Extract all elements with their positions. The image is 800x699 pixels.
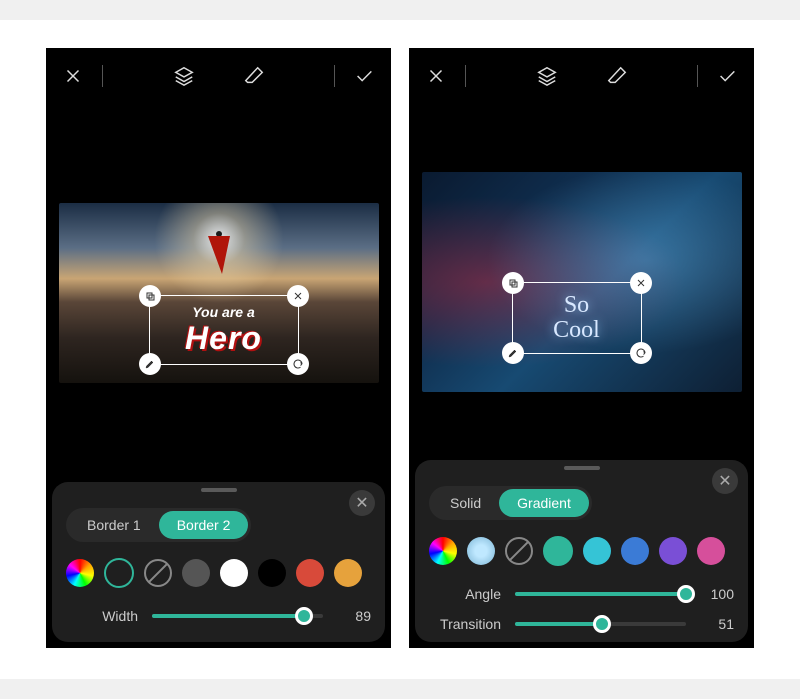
delete-handle-icon[interactable]: [287, 285, 309, 307]
selected-color-swatch[interactable]: [543, 536, 573, 566]
hero-figure: [207, 231, 231, 277]
color-swatch[interactable]: [697, 537, 725, 565]
text-line-2: Cool: [553, 318, 600, 343]
width-slider[interactable]: [152, 606, 323, 626]
video-preview[interactable]: So Cool: [422, 172, 742, 392]
color-swatch[interactable]: [583, 537, 611, 565]
color-swatch[interactable]: [659, 537, 687, 565]
tab-group: Solid Gradient: [429, 486, 592, 520]
close-icon[interactable]: [421, 61, 451, 91]
tab-border-1[interactable]: Border 1: [69, 511, 159, 539]
text-layer[interactable]: So Cool: [512, 282, 642, 354]
edit-handle-icon[interactable]: [139, 353, 161, 375]
rotate-handle-icon[interactable]: [630, 342, 652, 364]
blur-swatch[interactable]: [467, 537, 495, 565]
delete-handle-icon[interactable]: [630, 272, 652, 294]
phone-left: You are a Hero: [46, 48, 391, 648]
selected-color-swatch[interactable]: [104, 558, 134, 588]
color-swatch[interactable]: [621, 537, 649, 565]
angle-slider[interactable]: [515, 584, 686, 604]
top-toolbar: [409, 48, 754, 104]
color-swatch[interactable]: [296, 559, 324, 587]
text-line-1: You are a: [192, 304, 255, 320]
eraser-icon[interactable]: [239, 61, 269, 91]
color-swatch[interactable]: [334, 559, 362, 587]
transition-slider-row: Transition 51: [429, 614, 734, 634]
text-layer[interactable]: You are a Hero: [149, 295, 299, 365]
video-preview[interactable]: You are a Hero: [59, 203, 379, 383]
no-color-swatch[interactable]: [505, 537, 533, 565]
slider-value: 100: [700, 586, 734, 602]
slider-label: Transition: [429, 616, 501, 632]
text-line-1: So: [564, 293, 589, 318]
transition-slider[interactable]: [515, 614, 686, 634]
color-picker-icon[interactable]: [429, 537, 457, 565]
panel-grabber[interactable]: [564, 466, 600, 470]
color-swatch-row: [66, 558, 371, 588]
color-swatch[interactable]: [182, 559, 210, 587]
confirm-icon[interactable]: [349, 61, 379, 91]
color-swatch[interactable]: [220, 559, 248, 587]
style-panel: ✕ Solid Gradient Angle: [415, 460, 748, 642]
eraser-icon[interactable]: [602, 61, 632, 91]
close-icon[interactable]: [58, 61, 88, 91]
canvas-area: You are a Hero: [46, 104, 391, 482]
divider: [465, 65, 466, 87]
color-picker-icon[interactable]: [66, 559, 94, 587]
panel-grabber[interactable]: [201, 488, 237, 492]
duplicate-handle-icon[interactable]: [139, 285, 161, 307]
rotate-handle-icon[interactable]: [287, 353, 309, 375]
comparison-stage: You are a Hero: [0, 20, 800, 679]
angle-slider-row: Angle 100: [429, 584, 734, 604]
edit-handle-icon[interactable]: [502, 342, 524, 364]
no-color-swatch[interactable]: [144, 559, 172, 587]
panel-close-icon[interactable]: ✕: [712, 468, 738, 494]
duplicate-handle-icon[interactable]: [502, 272, 524, 294]
panel-close-icon[interactable]: ✕: [349, 490, 375, 516]
layers-icon[interactable]: [532, 61, 562, 91]
tab-border-2[interactable]: Border 2: [159, 511, 249, 539]
confirm-icon[interactable]: [712, 61, 742, 91]
layers-icon[interactable]: [169, 61, 199, 91]
slider-value: 51: [700, 616, 734, 632]
top-toolbar: [46, 48, 391, 104]
tab-group: Border 1 Border 2: [66, 508, 251, 542]
canvas-area: So Cool: [409, 104, 754, 460]
divider: [334, 65, 335, 87]
slider-label: Width: [66, 608, 138, 624]
phone-right: So Cool ✕: [409, 48, 754, 648]
divider: [102, 65, 103, 87]
style-panel: ✕ Border 1 Border 2 Width: [52, 482, 385, 642]
slider-label: Angle: [429, 586, 501, 602]
tab-gradient[interactable]: Gradient: [499, 489, 589, 517]
tab-solid[interactable]: Solid: [432, 489, 499, 517]
slider-value: 89: [337, 608, 371, 624]
color-swatch[interactable]: [258, 559, 286, 587]
divider: [697, 65, 698, 87]
text-line-2: Hero: [185, 320, 262, 357]
width-slider-row: Width 89: [66, 606, 371, 626]
color-swatch-row: [429, 536, 734, 566]
